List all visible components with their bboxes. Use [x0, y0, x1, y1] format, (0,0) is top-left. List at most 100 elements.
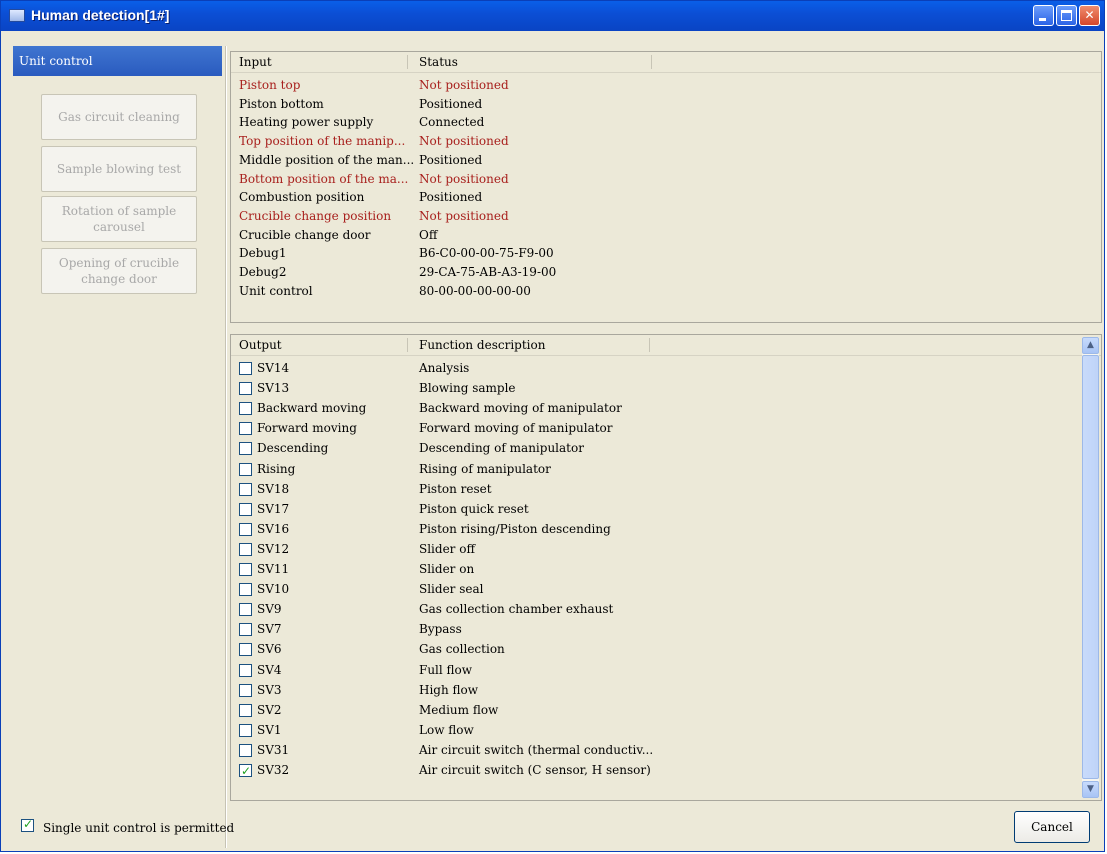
input-name[interactable]: Crucible change door: [239, 226, 370, 244]
header-divider: [231, 355, 1101, 356]
rotation-of-sample-carousel-button[interactable]: Rotation of sample carousel: [41, 196, 197, 242]
maximize-button[interactable]: [1056, 5, 1077, 26]
output-checkbox[interactable]: [239, 402, 252, 416]
panel-divider: [225, 46, 227, 848]
minimize-button[interactable]: [1033, 5, 1054, 26]
function-description: Rising of manipulator: [419, 461, 551, 476]
output-checkbox[interactable]: [239, 563, 252, 576]
input-name[interactable]: Middle position of the man...: [239, 151, 414, 169]
opening-of-crucible-change-door-button[interactable]: Opening of crucible change door: [41, 248, 197, 294]
output-checkbox[interactable]: [239, 743, 252, 757]
input-status: Not positioned: [419, 78, 509, 92]
output-checkbox[interactable]: [239, 623, 252, 637]
list-item[interactable]: SV32 Air circuit switch (C sensor, H sens…: [239, 761, 859, 780]
output-function-list[interactable]: Output Function description SV14 Analysis…: [230, 334, 1102, 801]
list-item[interactable]: Rising Rising of manipulator: [239, 460, 859, 478]
input-status: Positioned: [419, 152, 483, 167]
column-divider[interactable]: [407, 55, 408, 69]
window-title: Human detection[1#]: [31, 7, 170, 23]
output-name: SV12: [257, 541, 290, 556]
list-item[interactable]: SV9 Gas collection chamber exhaust: [239, 600, 859, 618]
output-name: SV9: [257, 602, 282, 617]
input-name[interactable]: Piston top: [239, 76, 300, 94]
output-checkbox[interactable]: [239, 643, 252, 657]
function-description: Forward moving of manipulator: [419, 421, 613, 436]
output-checkbox[interactable]: [239, 502, 252, 516]
list-item[interactable]: SV6 Gas collection: [239, 640, 859, 658]
column-divider[interactable]: [649, 338, 650, 352]
input-status: Connected: [419, 115, 485, 130]
list-item[interactable]: SV11 Slider on: [239, 560, 859, 578]
input-name[interactable]: Heating power supply: [239, 113, 373, 131]
list-item[interactable]: SV4 Full flow: [239, 661, 859, 679]
input-status: Positioned: [419, 190, 483, 205]
list-item[interactable]: Forward moving Forward moving of manipula…: [239, 419, 859, 437]
input-name[interactable]: Debug2: [239, 263, 286, 281]
output-checkbox[interactable]: [239, 663, 252, 677]
input-name[interactable]: Crucible change position: [239, 207, 391, 225]
function-description-column-header[interactable]: Function description: [419, 335, 545, 355]
scroll-down-icon[interactable]: ▼: [1082, 781, 1099, 798]
output-checkbox[interactable]: [239, 522, 252, 536]
list-item[interactable]: SV16 Piston rising/Piston descending: [239, 520, 859, 538]
single-unit-control-checkbox[interactable]: [21, 817, 34, 832]
scrollbar-thumb[interactable]: [1082, 355, 1099, 779]
status-column-header[interactable]: Status: [419, 52, 458, 72]
column-divider[interactable]: [651, 55, 652, 69]
list-item[interactable]: SV10 Slider seal: [239, 580, 859, 598]
list-item[interactable]: SV18 Piston reset: [239, 480, 859, 498]
human-detection-window: Human detection[1#] ✕ Unit control Gas c…: [0, 0, 1105, 852]
input-name[interactable]: Debug1: [239, 244, 286, 262]
vertical-scrollbar[interactable]: ▲ ▼: [1082, 337, 1099, 798]
list-item[interactable]: SV12 Slider off: [239, 540, 859, 558]
close-button[interactable]: ✕: [1079, 5, 1100, 26]
output-checkbox[interactable]: [239, 583, 252, 597]
input-name[interactable]: Piston bottom: [239, 95, 324, 113]
output-checkbox[interactable]: [239, 362, 252, 375]
list-item[interactable]: SV31 Air circuit switch (thermal conducti…: [239, 741, 859, 759]
list-item[interactable]: SV3 High flow: [239, 681, 859, 699]
list-item[interactable]: SV14 Analysis: [239, 359, 859, 377]
output-checkbox[interactable]: [239, 762, 252, 780]
list-item[interactable]: SV13 Blowing sample: [239, 379, 859, 397]
list-item[interactable]: SV2 Medium flow: [239, 701, 859, 719]
list-item[interactable]: Backward moving Backward moving of manipu…: [239, 399, 859, 417]
column-divider[interactable]: [407, 338, 408, 352]
output-checkbox[interactable]: [239, 603, 252, 617]
sample-blowing-test-button[interactable]: Sample blowing test: [41, 146, 197, 192]
input-status-list[interactable]: Input Status Piston top Not positioned Pis…: [230, 51, 1102, 323]
output-checkbox[interactable]: [239, 683, 252, 697]
input-name[interactable]: Combustion position: [239, 188, 364, 206]
output-checkbox[interactable]: [239, 462, 252, 476]
input-status: B6-C0-00-00-75-F9-00: [419, 246, 554, 261]
output-name: SV2: [257, 702, 282, 717]
output-checkbox[interactable]: [239, 382, 252, 396]
title-bar[interactable]: Human detection[1#] ✕: [1, 1, 1104, 31]
list-item[interactable]: SV7 Bypass: [239, 620, 859, 638]
scroll-up-icon[interactable]: ▲: [1082, 337, 1099, 354]
sidebar-item-unit-control[interactable]: Unit control: [13, 46, 222, 76]
output-name: SV16: [257, 521, 290, 536]
cancel-button[interactable]: Cancel: [1014, 811, 1090, 843]
output-checkbox[interactable]: [239, 422, 252, 436]
output-checkbox[interactable]: [239, 482, 252, 496]
input-name[interactable]: Bottom position of the ma...: [239, 170, 408, 188]
list-item[interactable]: SV17 Piston quick reset: [239, 500, 859, 518]
output-checkbox[interactable]: [239, 542, 252, 556]
minimize-icon: [1039, 18, 1046, 21]
list-item[interactable]: SV1 Low flow: [239, 721, 859, 739]
function-description: Slider on: [419, 562, 475, 576]
output-checkbox[interactable]: [239, 703, 252, 717]
input-column-header[interactable]: Input: [239, 52, 272, 72]
output-column-header[interactable]: Output: [239, 335, 282, 355]
list-item[interactable]: Descending Descending of manipulator: [239, 439, 859, 457]
gas-circuit-cleaning-button[interactable]: Gas circuit cleaning: [41, 94, 197, 140]
output-checkbox[interactable]: [239, 723, 252, 737]
input-name[interactable]: Unit control: [239, 282, 313, 300]
function-description: High flow: [419, 682, 479, 697]
input-status: Off: [419, 227, 438, 242]
app-icon: [9, 9, 25, 22]
input-name[interactable]: Top position of the manip...: [239, 132, 405, 150]
output-name: SV1: [257, 722, 282, 737]
output-checkbox[interactable]: [239, 442, 252, 456]
